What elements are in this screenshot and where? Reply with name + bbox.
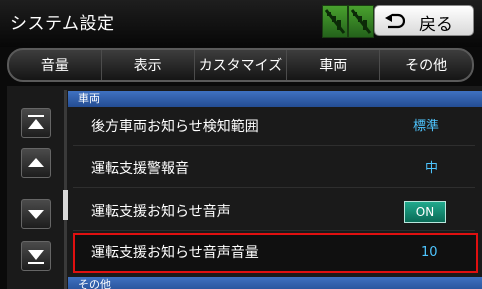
scroll-down-icon [28,210,44,219]
header-bar: システム設定 戻る [0,0,482,47]
list-item[interactable]: 運転支援お知らせ音声 ON [73,193,475,231]
scroll-up-button[interactable] [21,148,51,178]
list-item-value: 中 [425,161,439,176]
list-item[interactable]: 後方車両お知らせ検知範囲 標準 [73,108,475,146]
signal-off-icon [322,5,348,38]
list-item-value: 10 [421,245,438,260]
category-tab-bar: 音量 表示 カスタマイズ 車両 その他 [7,48,474,82]
page-title: システム設定 [10,14,115,34]
list-item-selected[interactable]: 運転支援お知らせ音声音量 10 [73,233,478,273]
tab-customize[interactable]: カスタマイズ [193,50,287,80]
tab-display[interactable]: 表示 [100,50,194,80]
scroll-top-icon [28,115,44,129]
scrollbar-thumb[interactable] [63,190,68,220]
back-arrow-icon [385,13,405,29]
section-header-other: その他 [68,277,482,289]
scroll-bottom-icon [28,250,44,264]
back-button-label: 戻る [419,15,453,35]
list-item-value: 標準 [413,119,440,134]
list-item[interactable]: 運転支援警報音 中 [73,150,475,188]
tab-other[interactable]: その他 [379,50,472,80]
on-toggle-button[interactable]: ON [404,201,446,223]
list-item-label: 運転支援警報音 [91,161,189,177]
list-item-label: 後方車両お知らせ検知範囲 [91,119,259,135]
section-header-vehicle: 車両 [68,91,482,107]
list-item-label: 運転支援お知らせ音声音量 [91,245,259,261]
list-item-label: 運転支援お知らせ音声 [91,204,231,220]
scroll-down-button[interactable] [21,199,51,229]
back-button[interactable]: 戻る [374,5,474,36]
scroll-up-icon [28,158,44,167]
settings-list: 車両 後方車両お知らせ検知範囲 標準 運転支援警報音 中 運転支援お知らせ音声 … [7,86,482,289]
scroll-bottom-button[interactable] [21,241,51,271]
signal-off-icon [348,5,374,38]
tab-volume[interactable]: 音量 [9,50,101,80]
tab-vehicle[interactable]: 車両 [286,50,379,80]
scroll-top-button[interactable] [21,108,51,138]
